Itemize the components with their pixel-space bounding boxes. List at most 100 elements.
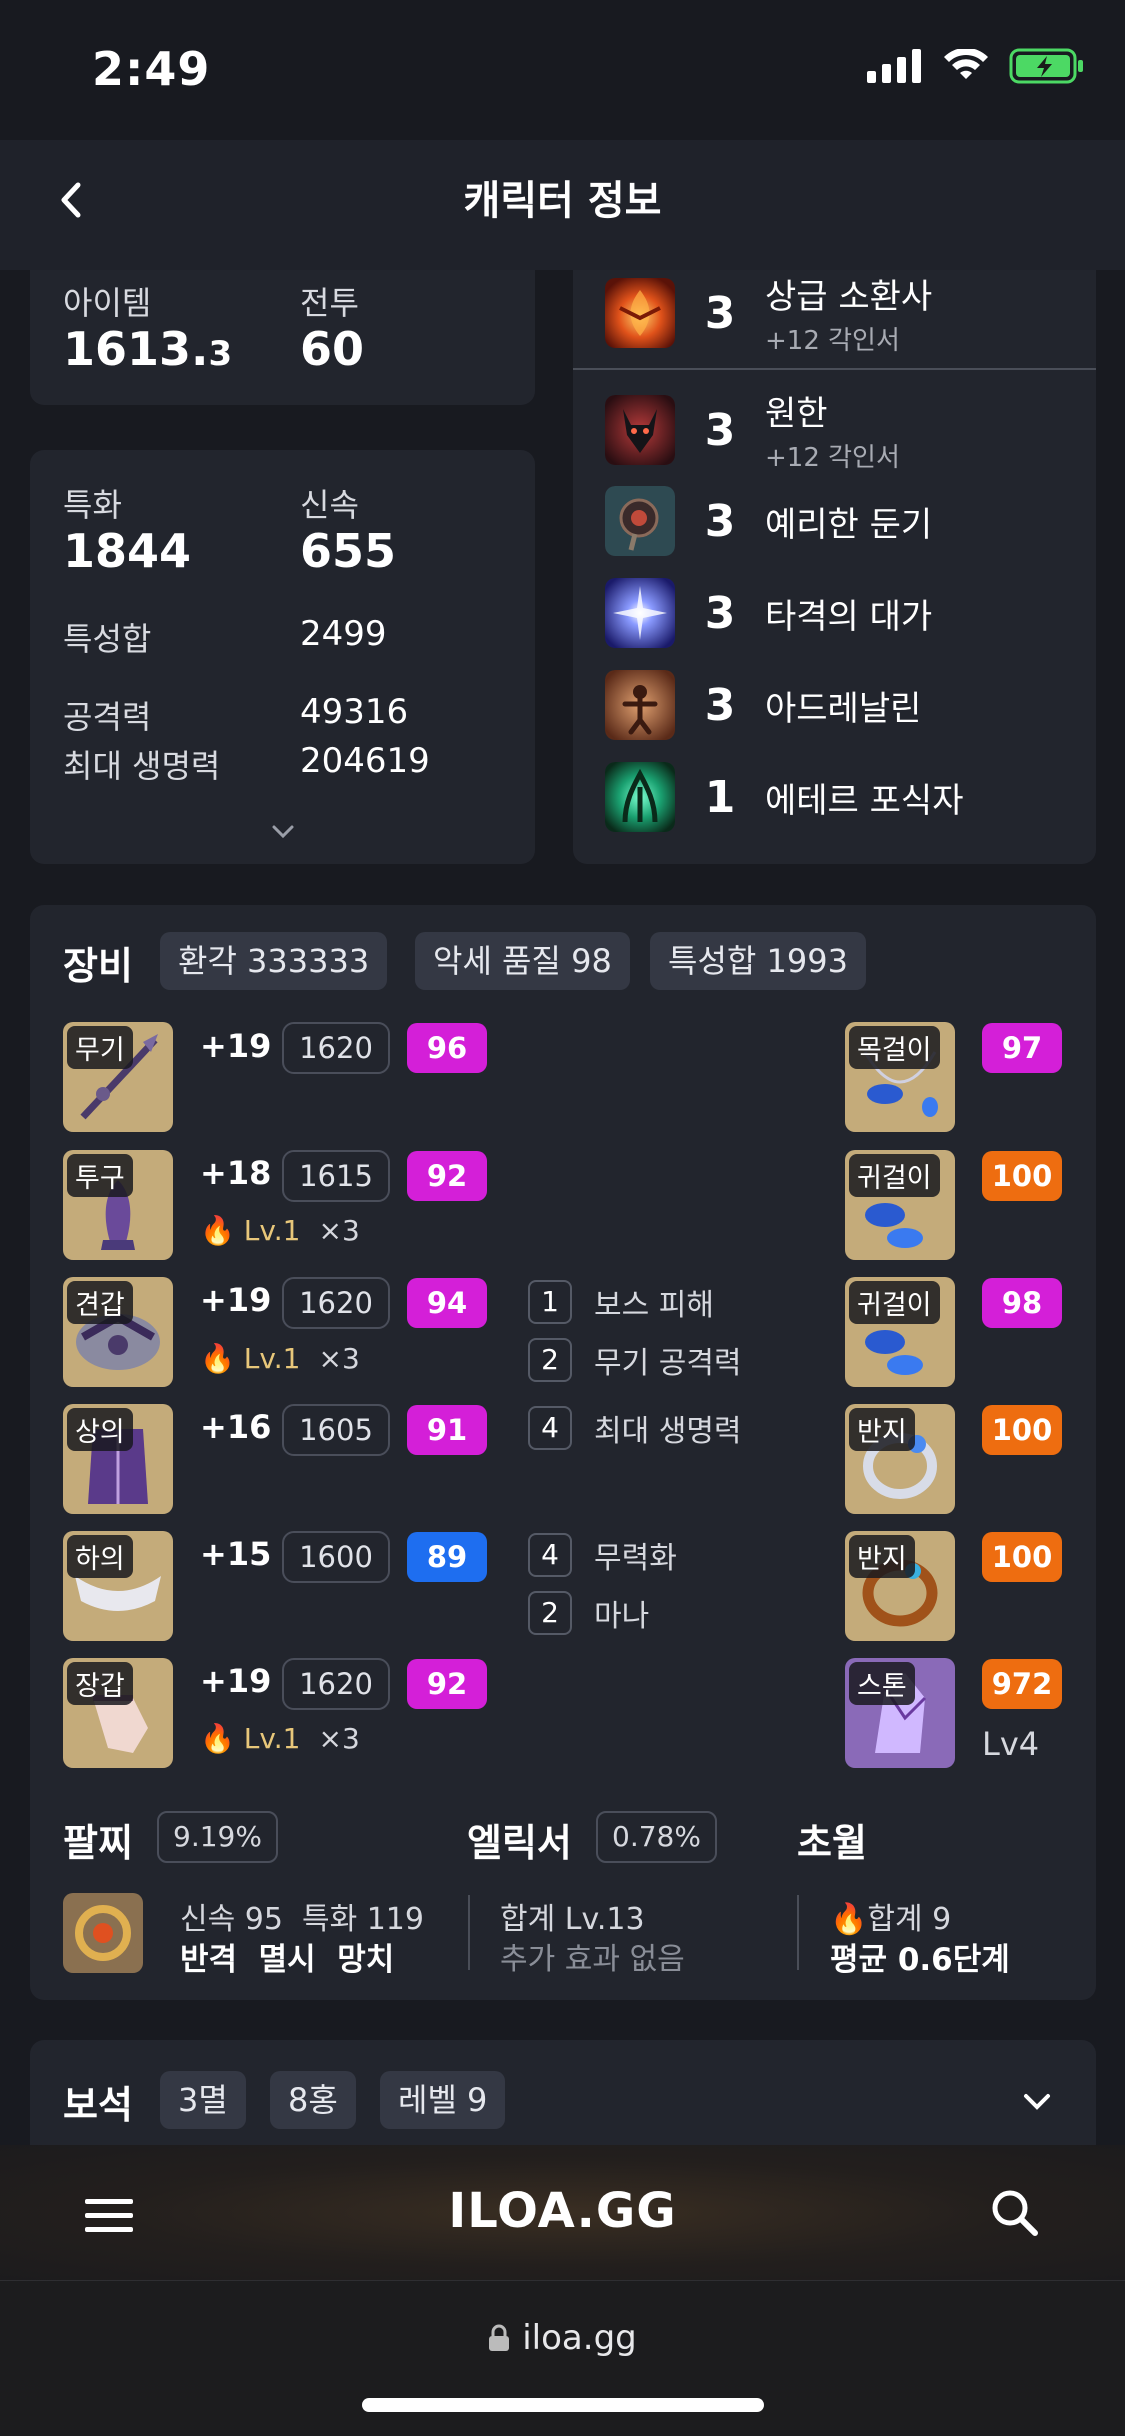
engraving-row[interactable]: 3 타격의 대가	[605, 568, 932, 658]
swift-label: 신속	[300, 486, 359, 524]
engraving-level: 1	[704, 771, 736, 823]
item-level-badge: 1615	[282, 1150, 390, 1202]
item-level-label: 아이템	[63, 284, 152, 322]
ring-slot[interactable]: 반지	[845, 1531, 955, 1641]
pants-slot[interactable]: 하의	[63, 1531, 173, 1641]
quality-badge: 972	[982, 1659, 1062, 1709]
quality-badge: 100	[982, 1151, 1062, 1201]
quality-badge: 92	[407, 1659, 487, 1709]
slot-label: 반지	[849, 1408, 915, 1451]
engraving-row[interactable]: 3 예리한 둔기	[605, 476, 932, 566]
effect-text: 마나	[594, 1599, 650, 1634]
divider	[468, 1895, 470, 1970]
item-level-badge: 1620	[282, 1658, 390, 1710]
slot-label: 귀걸이	[849, 1281, 940, 1324]
effect-text: 보스 피해	[594, 1288, 714, 1323]
attack-label: 공격력	[63, 698, 152, 736]
phoenix-icon	[605, 278, 675, 348]
engraving-row[interactable]: 3 상급 소환사 +12 각인서	[605, 268, 932, 358]
ring-slot[interactable]: 반지	[845, 1404, 955, 1514]
item-level-badge: 1620	[282, 1022, 390, 1074]
expand-chevron-icon[interactable]	[268, 822, 298, 842]
effect-count: 4	[528, 1406, 572, 1450]
engraving-level: 3	[704, 679, 736, 731]
engraving-name: 타격의 대가	[765, 596, 933, 637]
stone-slot[interactable]: 스톤	[845, 1658, 955, 1768]
engraving-row[interactable]: 3 아드레날린	[605, 660, 921, 750]
combat-level-label: 전투	[300, 284, 359, 322]
set-effect: 2 마나	[528, 1591, 649, 1635]
slot-label: 목걸이	[849, 1026, 940, 1069]
shoulder-slot[interactable]: 견갑	[63, 1277, 173, 1387]
max-hp-label: 최대 생명력	[63, 747, 221, 785]
flame-icon: 🔥	[200, 1214, 235, 1247]
bracelet-percent: 9.19%	[157, 1811, 278, 1863]
engraving-name: 예리한 둔기	[765, 504, 933, 545]
quality-badge: 89	[407, 1532, 487, 1582]
upgrade-level: +15	[200, 1535, 272, 1573]
engraving-row[interactable]: 1 에테르 포식자	[605, 752, 964, 842]
engraving-row[interactable]: 3 원한 +12 각인서	[605, 385, 900, 475]
engraving-level: 3	[704, 287, 736, 339]
upgrade-level: +18	[200, 1154, 272, 1192]
bracelet-item[interactable]	[63, 1893, 143, 1973]
item-level-badge: 1620	[282, 1277, 390, 1329]
set-effect: 2 무기 공격력	[528, 1338, 742, 1382]
quality-badge: 100	[982, 1532, 1062, 1582]
engraving-name: 아드레날린	[765, 688, 922, 729]
engraving-name: 원한	[765, 394, 828, 434]
flame-icon: 🔥	[200, 1722, 235, 1755]
page-title: 캐릭터 정보	[463, 178, 662, 224]
quality-badge: 94	[407, 1278, 487, 1328]
elixir-title: 엘릭서	[467, 1821, 572, 1865]
engraving-book: +12 각인서	[765, 326, 900, 356]
quality-badge: 96	[407, 1023, 487, 1073]
upgrade-level: +16	[200, 1408, 272, 1446]
engraving-name: 에테르 포식자	[765, 780, 964, 821]
attack-value: 49316	[300, 692, 409, 732]
stat-total-label: 특성합	[63, 620, 152, 658]
quality-badge: 98	[982, 1278, 1062, 1328]
battery-icon	[1009, 48, 1083, 84]
stone-level: Lv4	[982, 1725, 1040, 1763]
earring-slot[interactable]: 귀걸이	[845, 1150, 955, 1260]
address-bar[interactable]: iloa.gg	[0, 2318, 1125, 2358]
max-hp-value: 204619	[300, 741, 430, 781]
ether-icon	[605, 762, 675, 832]
effect-text: 무기 공격력	[594, 1346, 742, 1381]
site-logo[interactable]: ILOA.GG	[0, 2183, 1125, 2239]
equipment-chip: 환각 333333	[160, 932, 388, 990]
lock-icon	[489, 2324, 510, 2351]
elixir-extra: 추가 효과 없음	[500, 1942, 685, 1977]
earring-slot[interactable]: 귀걸이	[845, 1277, 955, 1387]
upgrade-level: +19	[200, 1281, 272, 1319]
engraving-level: 3	[704, 495, 736, 547]
necklace-slot[interactable]: 목걸이	[845, 1022, 955, 1132]
search-icon[interactable]	[990, 2188, 1040, 2238]
slot-label: 장갑	[67, 1662, 133, 1705]
mace-icon	[605, 486, 675, 556]
lightning-icon	[605, 578, 675, 648]
slot-label: 스톤	[849, 1662, 915, 1705]
effect-text: 최대 생명력	[594, 1414, 742, 1449]
adrenaline-icon	[605, 670, 675, 740]
wifi-icon	[944, 49, 988, 79]
status-icons	[867, 48, 1085, 84]
set-effect: 4 최대 생명력	[528, 1406, 742, 1450]
weapon-slot[interactable]: 무기	[63, 1022, 173, 1132]
transcend-average: 평균 0.6단계	[830, 1942, 1010, 1978]
gloves-slot[interactable]: 장갑	[63, 1658, 173, 1768]
set-effect: 1 보스 피해	[528, 1280, 714, 1324]
stat-total-value: 2499	[300, 614, 387, 654]
chevron-down-icon[interactable]	[1020, 2090, 1054, 2112]
chest-slot[interactable]: 상의	[63, 1404, 173, 1514]
slot-label: 상의	[67, 1408, 133, 1451]
bracelet-effects: 반격 멸시 망치	[180, 1942, 395, 1978]
combat-level-value: 60	[300, 322, 365, 376]
upgrade-level: +19	[200, 1027, 272, 1065]
gem-chip: 레벨 9	[380, 2071, 506, 2129]
equipment-chip: 악세 품질 98	[415, 932, 630, 990]
effect-count: 4	[528, 1533, 572, 1577]
gem-chip: 3멸	[160, 2071, 246, 2129]
helmet-slot[interactable]: 투구	[63, 1150, 173, 1260]
